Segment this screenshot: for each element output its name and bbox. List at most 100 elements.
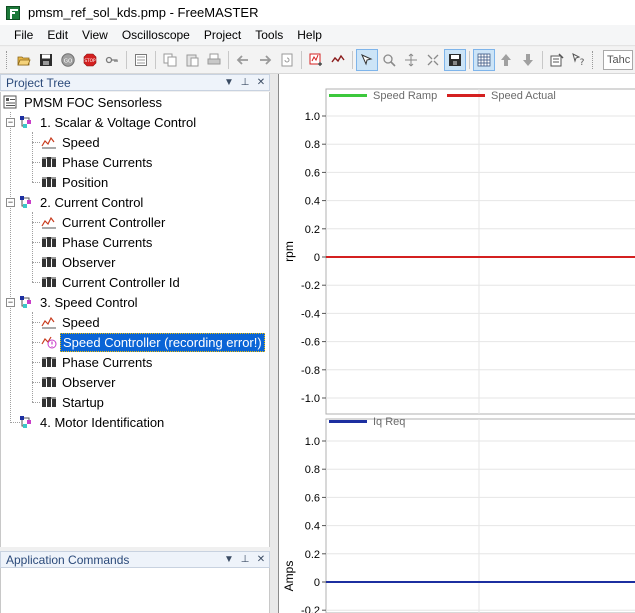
tree-item-observer[interactable]: Observer (41, 252, 117, 272)
title-bar: pmsm_ref_sol_kds.pmp - FreeMASTER (0, 0, 635, 25)
move-up-button[interactable] (495, 49, 517, 71)
menu-edit[interactable]: Edit (40, 25, 75, 46)
toolbar-grip[interactable] (592, 51, 595, 69)
collapse-toggle[interactable]: − (6, 298, 15, 307)
copy-button[interactable] (159, 49, 181, 71)
tree-connector (32, 402, 40, 403)
menu-bar: File Edit View Oscilloscope Project Tool… (0, 25, 635, 46)
toolbar-combo[interactable]: Tahc (603, 50, 633, 70)
tree-root[interactable]: PMSM FOC Sensorless (3, 92, 164, 112)
paste-button[interactable] (181, 49, 203, 71)
tree-root-label: PMSM FOC Sensorless (24, 94, 162, 110)
properties-button[interactable] (130, 49, 152, 71)
menu-help[interactable]: Help (290, 25, 329, 46)
key-button[interactable] (101, 49, 123, 71)
y-tick-label: -1.0 (301, 393, 320, 405)
zoom-icon (383, 54, 396, 67)
legend-label: Iq Req (373, 416, 405, 428)
pause-button[interactable] (444, 49, 466, 71)
help-cursor-icon: ? (572, 53, 585, 67)
oscilloscope-icon (42, 397, 56, 407)
oscilloscope-icon (42, 177, 56, 187)
project-tree-title: Project Tree (6, 75, 71, 90)
y-axis-label: rpm (282, 241, 296, 262)
dropdown-icon[interactable]: ▼ (221, 554, 237, 565)
move-down-button[interactable] (517, 49, 539, 71)
stop-button[interactable]: STOP (79, 49, 101, 71)
oscilloscope-icon (42, 257, 56, 267)
save-button[interactable] (35, 49, 57, 71)
tree-item-phase-currents[interactable]: Phase Currents (41, 352, 154, 372)
dropdown-icon[interactable]: ▼ (221, 77, 237, 88)
go-button[interactable]: GO (57, 49, 79, 71)
pin-icon[interactable]: ⊥ (237, 77, 253, 88)
group-icon (20, 416, 31, 428)
oscilloscope-plots[interactable]: 1.0 0.8 0.6 0.4 0.2 0 -0.2 -0.4 -0.6 -0.8 -1.0 rpm S… (279, 74, 635, 613)
close-icon[interactable]: ✕ (253, 77, 269, 88)
tree-connector (32, 182, 40, 183)
record-icon (309, 53, 322, 66)
save-icon (40, 54, 52, 66)
toolbar-separator (228, 51, 229, 69)
arrow-left-icon (236, 55, 248, 65)
tree-item-current-controller[interactable]: Current Controller (41, 212, 167, 232)
tree-item-speed[interactable]: Speed (41, 312, 102, 332)
print-button[interactable] (203, 49, 225, 71)
toolbar-grip[interactable] (6, 51, 9, 69)
tree-item-startup[interactable]: Startup (41, 392, 106, 412)
y-tick-label: 0.2 (305, 549, 320, 561)
tree-group-scalar-voltage[interactable]: 1. Scalar & Voltage Control (19, 112, 198, 132)
menu-oscilloscope[interactable]: Oscilloscope (115, 25, 197, 46)
pan-button[interactable] (400, 49, 422, 71)
cursor-mode-button[interactable] (356, 49, 378, 71)
forward-button[interactable] (254, 49, 276, 71)
tree-group-speed-control[interactable]: 3. Speed Control (19, 292, 140, 312)
y-tick-label: -0.6 (301, 337, 320, 349)
tree-item-observer[interactable]: Observer (41, 372, 117, 392)
y-tick-label: 0.8 (305, 464, 320, 476)
tree-item-phase-currents[interactable]: Phase Currents (41, 152, 154, 172)
pin-icon[interactable]: ⊥ (237, 554, 253, 565)
tree-item-phase-currents[interactable]: Phase Currents (41, 232, 154, 252)
tree-connector (32, 362, 40, 363)
group-icon (20, 296, 31, 308)
options-button[interactable] (546, 49, 568, 71)
menu-project[interactable]: Project (197, 25, 248, 46)
toolbar-separator (155, 51, 156, 69)
recorder-error-icon (41, 336, 57, 349)
collapse-toggle[interactable]: − (6, 118, 15, 127)
help-button[interactable]: ? (568, 49, 590, 71)
back-button[interactable] (232, 49, 254, 71)
tree-group-current-control[interactable]: 2. Current Control (19, 192, 145, 212)
tree-connector (10, 112, 11, 423)
oscilloscope-icon (42, 277, 56, 287)
tree-connector (32, 282, 40, 283)
open-button[interactable] (13, 49, 35, 71)
scope-button[interactable] (327, 49, 349, 71)
tree-group-motor-identification[interactable]: 4. Motor Identification (19, 412, 166, 432)
tree-item-speed[interactable]: Speed (41, 132, 102, 152)
menu-file[interactable]: File (7, 25, 40, 46)
tree-connector (32, 222, 40, 223)
zoom-button[interactable] (378, 49, 400, 71)
record-button[interactable] (305, 49, 327, 71)
tree-item-current-controller-id[interactable]: Current Controller Id (41, 272, 182, 292)
paste-icon (186, 54, 199, 67)
close-icon[interactable]: ✕ (253, 554, 269, 565)
legend-label: Speed Ramp (373, 90, 437, 102)
svg-text:GO: GO (64, 59, 73, 65)
grid-button[interactable] (473, 49, 495, 71)
y-tick-label: 0.6 (305, 167, 320, 179)
legend-swatch (329, 420, 367, 423)
refresh-button[interactable] (276, 49, 298, 71)
menu-view[interactable]: View (75, 25, 115, 46)
panel-splitter[interactable] (270, 74, 278, 613)
zoom-fit-button[interactable] (422, 49, 444, 71)
y-tick-label: 1.0 (305, 111, 320, 123)
tree-item-position[interactable]: Position (41, 172, 110, 192)
collapse-toggle[interactable]: − (6, 198, 15, 207)
options-icon (550, 53, 564, 67)
tree-connector (32, 262, 40, 263)
tree-item-speed-controller[interactable]: Speed Controller (recording error!) (41, 332, 265, 352)
menu-tools[interactable]: Tools (248, 25, 290, 46)
